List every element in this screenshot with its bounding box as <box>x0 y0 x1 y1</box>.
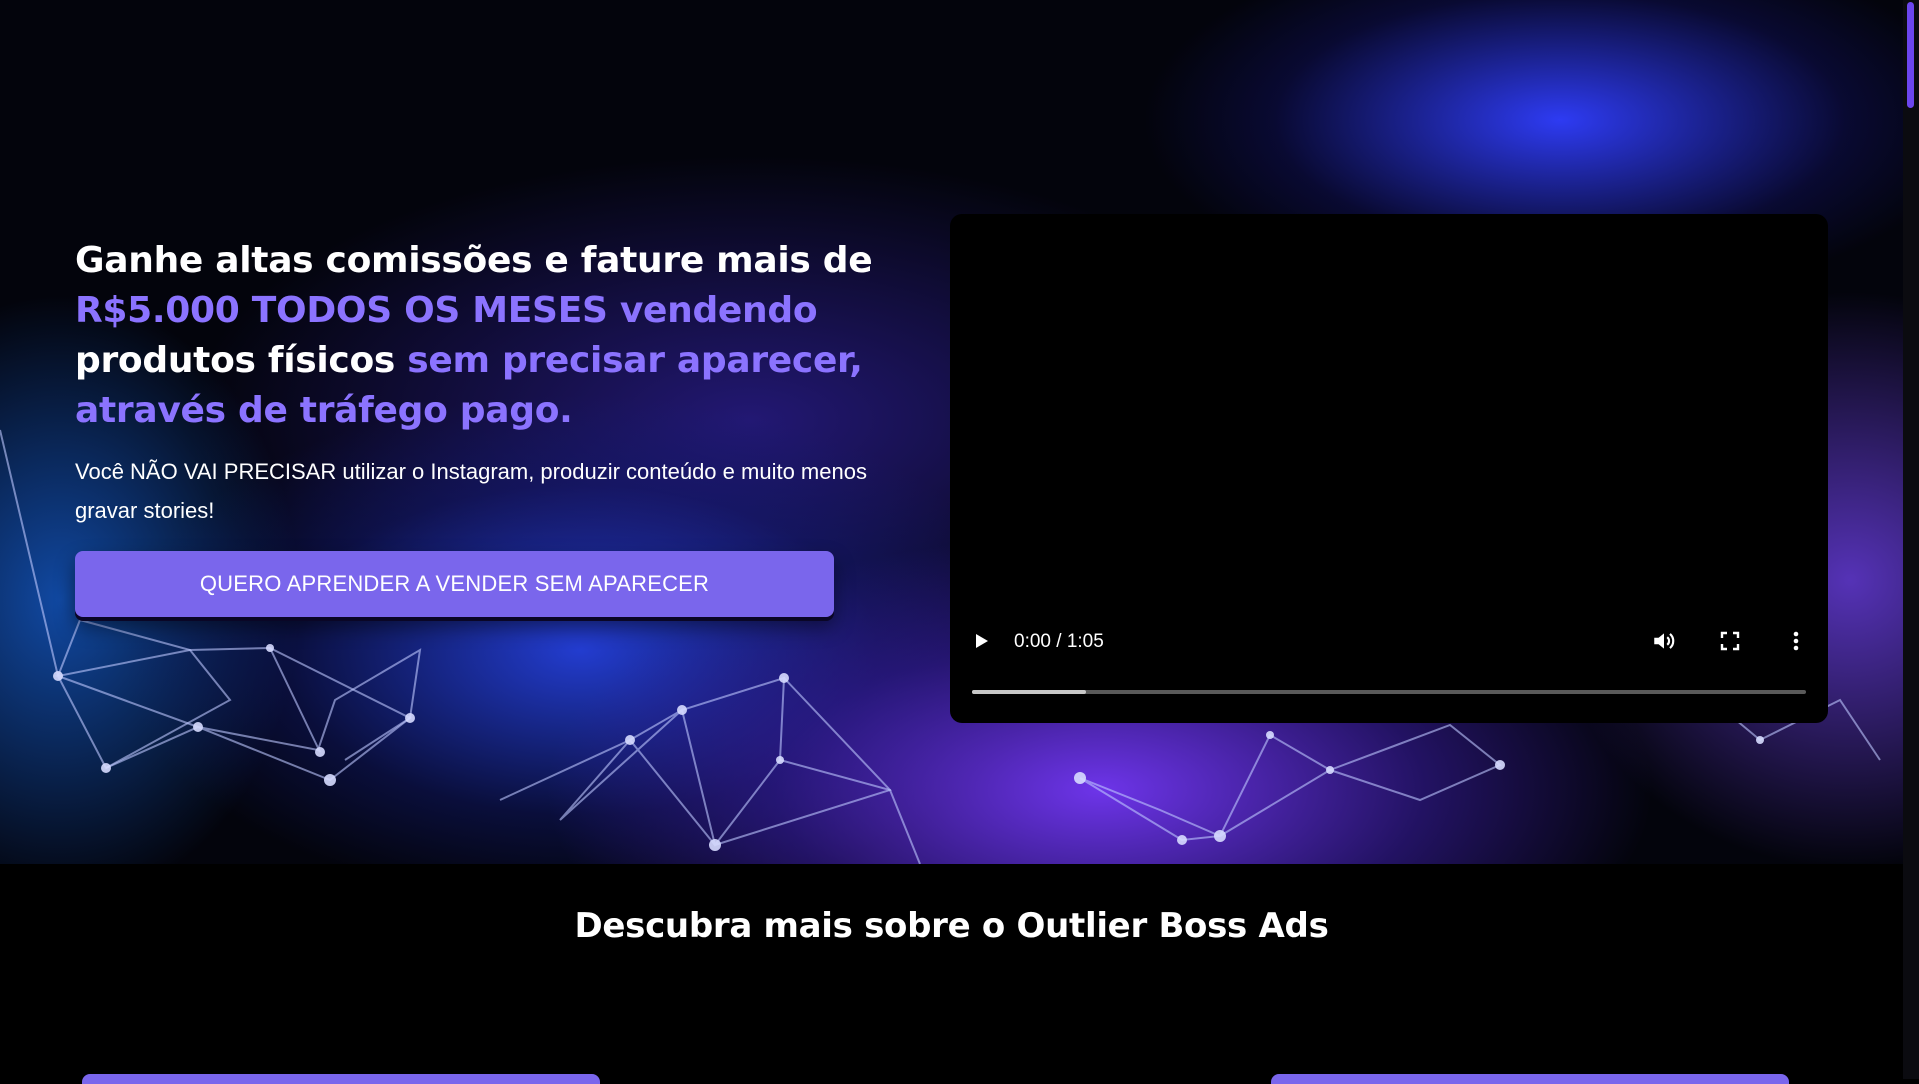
video-player[interactable]: 0:00 / 1:05 <box>950 214 1828 723</box>
volume-button[interactable] <box>1646 623 1682 659</box>
more-options-button[interactable] <box>1778 623 1814 659</box>
play-icon <box>976 634 988 648</box>
fullscreen-icon <box>1720 631 1740 651</box>
play-button[interactable] <box>963 623 999 659</box>
video-buffer-fill <box>972 690 1087 694</box>
page-scrollbar[interactable] <box>1903 0 1919 1079</box>
headline-text: Ganhe altas comissões e fature mais de <box>75 240 873 281</box>
headline-text-products: produtos físicos <box>75 340 396 381</box>
hero-subtext: Você NÃO VAI PRECISAR utilizar o Instagr… <box>75 459 867 523</box>
more-vertical-icon <box>1793 631 1799 651</box>
time-display: 0:00 / 1:05 <box>1014 631 1104 652</box>
card-left <box>82 1074 600 1084</box>
scrollbar-thumb[interactable] <box>1907 2 1914 108</box>
hero-section: Ganhe altas comissões e fature mais de R… <box>0 0 1903 864</box>
headline-accent-earnings: R$5.000 TODOS OS MESES vendendo <box>75 290 818 331</box>
volume-icon <box>1654 633 1675 649</box>
fullscreen-button[interactable] <box>1712 623 1748 659</box>
cta-button[interactable]: QUERO APRENDER A VENDER SEM APARECER <box>75 551 834 617</box>
section-title: Descubra mais sobre o Outlier Boss Ads <box>574 906 1329 946</box>
card-right <box>1271 1074 1789 1084</box>
video-controls: 0:00 / 1:05 <box>950 613 1828 723</box>
hero-headline: Ganhe altas comissões e fature mais de R… <box>75 236 915 436</box>
video-progress-bar[interactable] <box>972 690 1806 694</box>
